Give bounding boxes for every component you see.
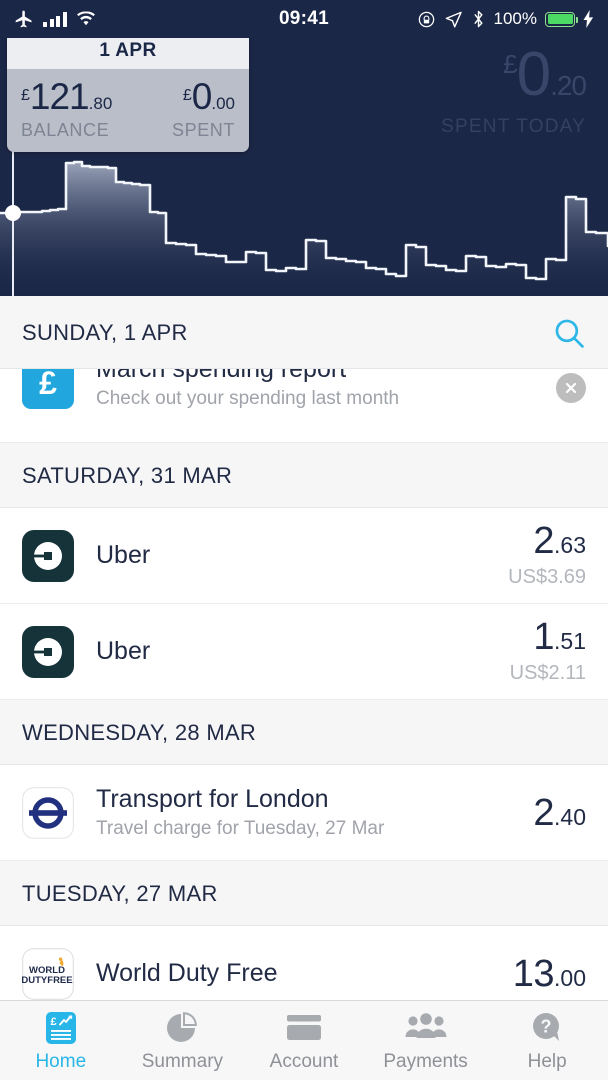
section-header-label: TUESDAY, 27 MAR: [22, 881, 218, 906]
svg-text:£: £: [39, 369, 57, 401]
balance-chart-header: £0.20 SPENT TODAY 1 APR £121.80 BALANCE …: [0, 0, 608, 296]
transaction-list[interactable]: SUNDAY, 1 APR £ March spending report Ch…: [0, 296, 608, 1000]
close-icon[interactable]: [556, 373, 586, 403]
amount-foreign-currency: US$3.69: [508, 566, 586, 588]
transaction-title: Uber: [96, 637, 151, 665]
card-icon: [285, 1009, 323, 1047]
promo-row-march-spending-report[interactable]: £ March spending report Check out your s…: [0, 369, 608, 443]
transaction-subtitle: Travel charge for Tuesday, 27 Mar: [96, 818, 385, 839]
table-row[interactable]: Transport for London Travel charge for T…: [0, 765, 608, 861]
tab-label: Payments: [383, 1050, 468, 1072]
transaction-amount: 1.51: [510, 618, 586, 656]
people-icon: [404, 1009, 448, 1047]
tooltip-spent-currency: £: [182, 87, 192, 104]
svg-text:DUTYFREE: DUTYFREE: [22, 975, 73, 986]
amount-decimal: .51: [554, 628, 586, 654]
table-row[interactable]: Uber 1.51 US$2.11: [0, 604, 608, 700]
transaction-amount-wrap: 1.51 US$2.11: [510, 618, 586, 685]
tooltip-balance-amount: £121.80: [21, 78, 128, 115]
tab-label: Summary: [141, 1050, 224, 1072]
status-bar-right: 100%: [417, 9, 594, 29]
promo-text: March spending report Check out your spe…: [96, 369, 556, 410]
tooltip-spent-label: SPENT: [171, 120, 235, 140]
tooltip-body: £121.80 BALANCE £0.00 SPENT: [7, 69, 249, 152]
tooltip-balance-column: £121.80 BALANCE: [21, 78, 128, 141]
uber-icon: [22, 529, 74, 582]
tab-label: Home: [35, 1050, 87, 1072]
amount-decimal: .00: [554, 964, 586, 991]
pound-report-icon: £: [22, 369, 74, 409]
transaction-text: Transport for London Travel charge for T…: [96, 785, 519, 840]
transaction-amount: 2.40: [533, 794, 586, 832]
transaction-title: Transport for London: [96, 785, 329, 813]
section-header-wednesday: WEDNESDAY, 28 MAR: [0, 700, 608, 765]
svg-text:?: ?: [541, 1016, 552, 1036]
promo-title: March spending report: [96, 369, 347, 383]
charging-bolt-icon: [583, 10, 594, 28]
status-bar: 09:41 100%: [0, 0, 608, 38]
transaction-amount-wrap: 2.63 US$3.69: [508, 522, 586, 589]
chart-area-fill: [0, 162, 608, 296]
transaction-text: Uber: [96, 637, 496, 666]
rotation-lock-icon: [418, 11, 434, 27]
promo-subtitle: Check out your spending last month: [96, 388, 400, 409]
transaction-text: World Duty Free: [96, 959, 499, 988]
uber-icon: [22, 625, 74, 678]
tooltip-spent-amount: £0.00: [128, 78, 235, 115]
tfl-roundel-icon: [22, 786, 74, 839]
tooltip-balance-label: BALANCE: [21, 120, 110, 140]
battery-percent-label: 100%: [493, 9, 537, 28]
amount-integer: 2: [533, 520, 555, 562]
transaction-amount: 13.00: [513, 955, 586, 993]
search-icon[interactable]: [552, 316, 586, 350]
amount-integer: 1: [533, 616, 555, 658]
tab-summary[interactable]: Summary: [122, 1001, 244, 1080]
transaction-title: Uber: [96, 541, 151, 569]
tab-home[interactable]: £ Home: [0, 1001, 122, 1080]
svg-text:£: £: [50, 1016, 56, 1028]
help-question-icon: ?: [529, 1009, 565, 1047]
tooltip-spent-integer: 0: [191, 76, 213, 117]
transaction-amount-wrap: 2.40: [533, 794, 586, 832]
app-root: £0.20 SPENT TODAY 1 APR £121.80 BALANCE …: [0, 0, 608, 1080]
section-header-sunday: SUNDAY, 1 APR: [0, 296, 608, 369]
bluetooth-icon: [473, 10, 483, 28]
location-arrow-icon: [445, 11, 462, 27]
chart-marker-dot: [5, 205, 21, 221]
tab-label: Help: [527, 1050, 567, 1072]
table-row[interactable]: Uber 2.63 US$3.69: [0, 508, 608, 604]
tab-label: Account: [269, 1050, 339, 1072]
tab-bar: £ Home Summary Account Payments ? Help: [0, 1000, 608, 1080]
home-report-icon: £: [42, 1009, 80, 1047]
section-header-tuesday: TUESDAY, 27 MAR: [0, 861, 608, 926]
battery-icon: [545, 11, 578, 27]
tab-payments[interactable]: Payments: [365, 1001, 487, 1080]
tooltip-balance-decimal: .80: [88, 94, 113, 113]
amount-integer: 13: [512, 952, 555, 995]
amount-foreign-currency: US$2.11: [509, 662, 586, 684]
balance-tooltip-card[interactable]: 1 APR £121.80 BALANCE £0.00 SPENT: [7, 32, 249, 152]
section-header-label: SUNDAY, 1 APR: [22, 320, 188, 345]
amount-integer: 2: [533, 791, 555, 834]
transaction-text: Uber: [96, 541, 494, 570]
section-header-saturday: SATURDAY, 31 MAR: [0, 443, 608, 508]
amount-decimal: .40: [554, 803, 586, 830]
tooltip-balance-integer: 121: [29, 76, 90, 117]
transaction-amount-wrap: 13.00: [513, 955, 586, 993]
pie-chart-icon: [164, 1009, 200, 1047]
world-duty-free-icon: WORLD DUTYFREE: [22, 947, 74, 1000]
table-row[interactable]: WORLD DUTYFREE World Duty Free 13.00: [0, 926, 608, 1000]
section-header-label: SATURDAY, 31 MAR: [22, 463, 233, 488]
tooltip-balance-currency: £: [21, 87, 30, 104]
section-header-label: WEDNESDAY, 28 MAR: [22, 720, 257, 745]
amount-decimal: .63: [554, 532, 586, 558]
tab-account[interactable]: Account: [243, 1001, 365, 1080]
tooltip-spent-decimal: .00: [211, 94, 235, 113]
tooltip-spent-column: £0.00 SPENT: [128, 78, 235, 141]
transaction-title: World Duty Free: [96, 959, 278, 987]
transaction-amount: 2.63: [508, 522, 586, 560]
tab-help[interactable]: ? Help: [486, 1001, 608, 1080]
